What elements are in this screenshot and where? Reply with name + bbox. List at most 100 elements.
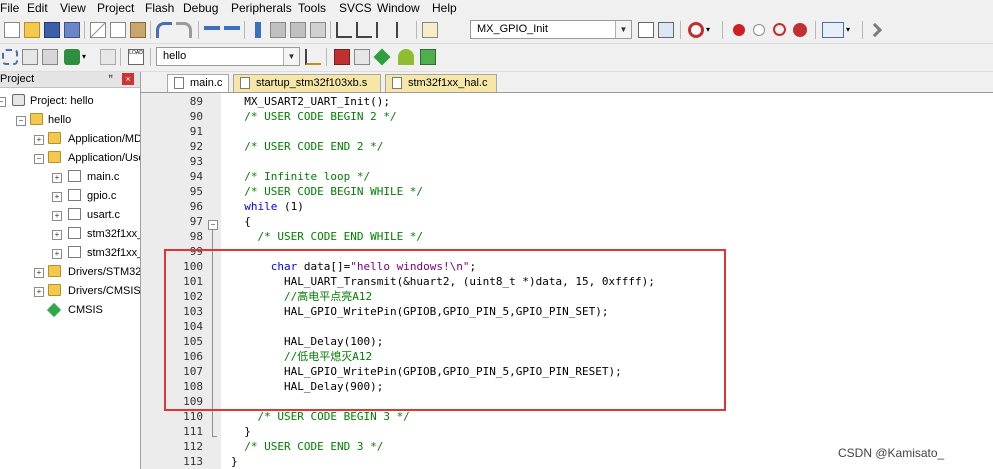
menu-edit[interactable]: Edit (27, 1, 48, 15)
expand-icon[interactable]: + (34, 287, 44, 297)
tree-item-stm32-it[interactable]: + stm32f1xx_it.c (0, 225, 140, 243)
window-layout-icon[interactable] (822, 22, 844, 38)
expand-icon[interactable]: + (34, 135, 44, 145)
translate-icon[interactable] (2, 49, 18, 65)
chevron-down-icon[interactable]: ▼ (615, 21, 631, 38)
chevron-down-icon[interactable]: ▾ (706, 22, 716, 38)
build-icon[interactable] (22, 49, 38, 65)
cut-icon[interactable] (90, 22, 106, 38)
tree-item-target-hello[interactable]: − hello (0, 111, 140, 129)
disable-breakpoint-icon[interactable] (753, 24, 765, 36)
fold-collapse-icon[interactable]: − (208, 220, 218, 230)
uncomment-icon[interactable] (396, 22, 412, 38)
target-select[interactable]: hello ▼ (156, 47, 300, 66)
tree-item-group-hal[interactable]: + Drivers/STM32F1xx_HAL_Driver (0, 263, 140, 281)
tree-item-project[interactable]: − Project: hello (0, 92, 140, 110)
unindent-icon[interactable] (356, 22, 372, 38)
collapse-icon[interactable]: − (0, 97, 6, 107)
tab-startup[interactable]: startup_stm32f103xb.s (233, 74, 381, 92)
incremental-find-icon[interactable] (658, 22, 674, 38)
comment-icon[interactable] (376, 22, 392, 38)
expand-icon[interactable]: + (52, 173, 62, 183)
expand-icon[interactable]: + (52, 192, 62, 202)
menu-debug[interactable]: Debug (183, 1, 218, 15)
collapse-icon[interactable]: − (34, 154, 44, 164)
menu-svcs[interactable]: SVCS (339, 1, 372, 15)
save-icon[interactable] (44, 22, 60, 38)
select-software-packs-icon[interactable] (420, 49, 436, 65)
kill-breakpoints-icon[interactable] (793, 23, 807, 37)
pack-installer-icon[interactable] (398, 49, 414, 65)
expand-icon[interactable]: + (52, 249, 62, 259)
file-extensions-icon[interactable] (334, 49, 350, 65)
project-panel-title: Project (0, 73, 35, 85)
chevron-down-icon[interactable]: ▼ (283, 48, 299, 65)
debug-session-icon[interactable] (688, 22, 704, 38)
batch-build-icon[interactable] (64, 49, 80, 65)
c-file-icon (68, 246, 81, 258)
stop-build-icon[interactable] (100, 49, 116, 65)
menu-view[interactable]: View (60, 1, 86, 15)
target-folder-icon (30, 113, 43, 125)
open-folder-icon[interactable] (24, 22, 40, 38)
tree-item-label: usart.c (87, 209, 121, 221)
c-file-icon (68, 170, 81, 182)
tree-item-group-cmsis[interactable]: + Drivers/CMSIS (0, 282, 140, 300)
expand-icon[interactable]: + (52, 211, 62, 221)
navigate-back-icon[interactable] (204, 26, 220, 36)
clear-breakpoints-icon[interactable] (773, 23, 786, 36)
paste-icon[interactable] (130, 22, 146, 38)
expand-icon[interactable]: + (52, 230, 62, 240)
menu-peripherals[interactable]: Peripherals (231, 1, 292, 15)
tree-item-usart-c[interactable]: + usart.c (0, 206, 140, 224)
tree-item-stm32-msp[interactable]: + stm32f1xx_hal_msp.c (0, 244, 140, 262)
menu-help[interactable]: Help (432, 1, 457, 15)
breakpoint-icon[interactable] (733, 24, 745, 36)
manage-components-icon[interactable] (354, 49, 370, 65)
indent-icon[interactable] (336, 22, 352, 38)
prev-bookmark-icon[interactable] (270, 22, 286, 38)
run-time-environment-icon[interactable] (373, 48, 391, 66)
save-all-icon[interactable] (64, 22, 80, 38)
redo-icon[interactable] (176, 22, 192, 38)
menu-file[interactable]: File (0, 1, 19, 15)
tree-item-cmsis[interactable]: CMSIS (0, 301, 140, 319)
chevron-down-icon[interactable]: ▾ (82, 49, 92, 65)
tree-item-group-user[interactable]: − Application/User (0, 149, 140, 167)
collapse-icon[interactable]: − (16, 116, 26, 126)
pin-icon[interactable]: ꟸ (108, 73, 113, 84)
tab-hal-c[interactable]: stm32f1xx_hal.c (385, 74, 497, 92)
tab-main-c[interactable]: main.c (167, 74, 229, 92)
next-bookmark-icon[interactable] (290, 22, 306, 38)
configure-tools-icon[interactable] (867, 22, 883, 38)
menu-window[interactable]: Window (377, 1, 420, 15)
new-file-icon[interactable] (4, 22, 20, 38)
expand-icon[interactable]: + (34, 268, 44, 278)
asm-file-icon (240, 77, 250, 89)
folder-icon (48, 265, 61, 277)
copy-icon[interactable] (110, 22, 126, 38)
undo-icon[interactable] (156, 22, 172, 38)
chevron-down-icon[interactable]: ▾ (846, 22, 856, 38)
tree-item-main-c[interactable]: + main.c (0, 168, 140, 186)
download-icon[interactable]: LOAD (128, 49, 144, 65)
rebuild-icon[interactable] (42, 49, 58, 65)
bookmark-icon[interactable] (255, 22, 261, 38)
close-icon[interactable]: × (122, 73, 134, 85)
line-number: 97 (189, 215, 203, 228)
find-icon[interactable] (638, 22, 654, 38)
tree-item-group-mdk[interactable]: + Application/MDK-ARM (0, 130, 140, 148)
code-line: } (231, 455, 238, 468)
clear-bookmarks-icon[interactable] (310, 22, 326, 38)
function-combo[interactable]: MX_GPIO_Init ▼ (470, 20, 632, 39)
navigate-forward-icon[interactable] (224, 26, 240, 36)
folder-icon (48, 132, 61, 144)
target-options-icon[interactable] (305, 49, 321, 65)
menu-tools[interactable]: Tools (298, 1, 326, 15)
menu-project[interactable]: Project (97, 1, 134, 15)
tree-item-gpio-c[interactable]: + gpio.c (0, 187, 140, 205)
menu-flash[interactable]: Flash (145, 1, 174, 15)
toolbar-separator (150, 21, 151, 39)
code-line: /* USER CODE BEGIN WHILE */ (231, 185, 424, 198)
find-in-files-icon[interactable] (422, 22, 438, 38)
